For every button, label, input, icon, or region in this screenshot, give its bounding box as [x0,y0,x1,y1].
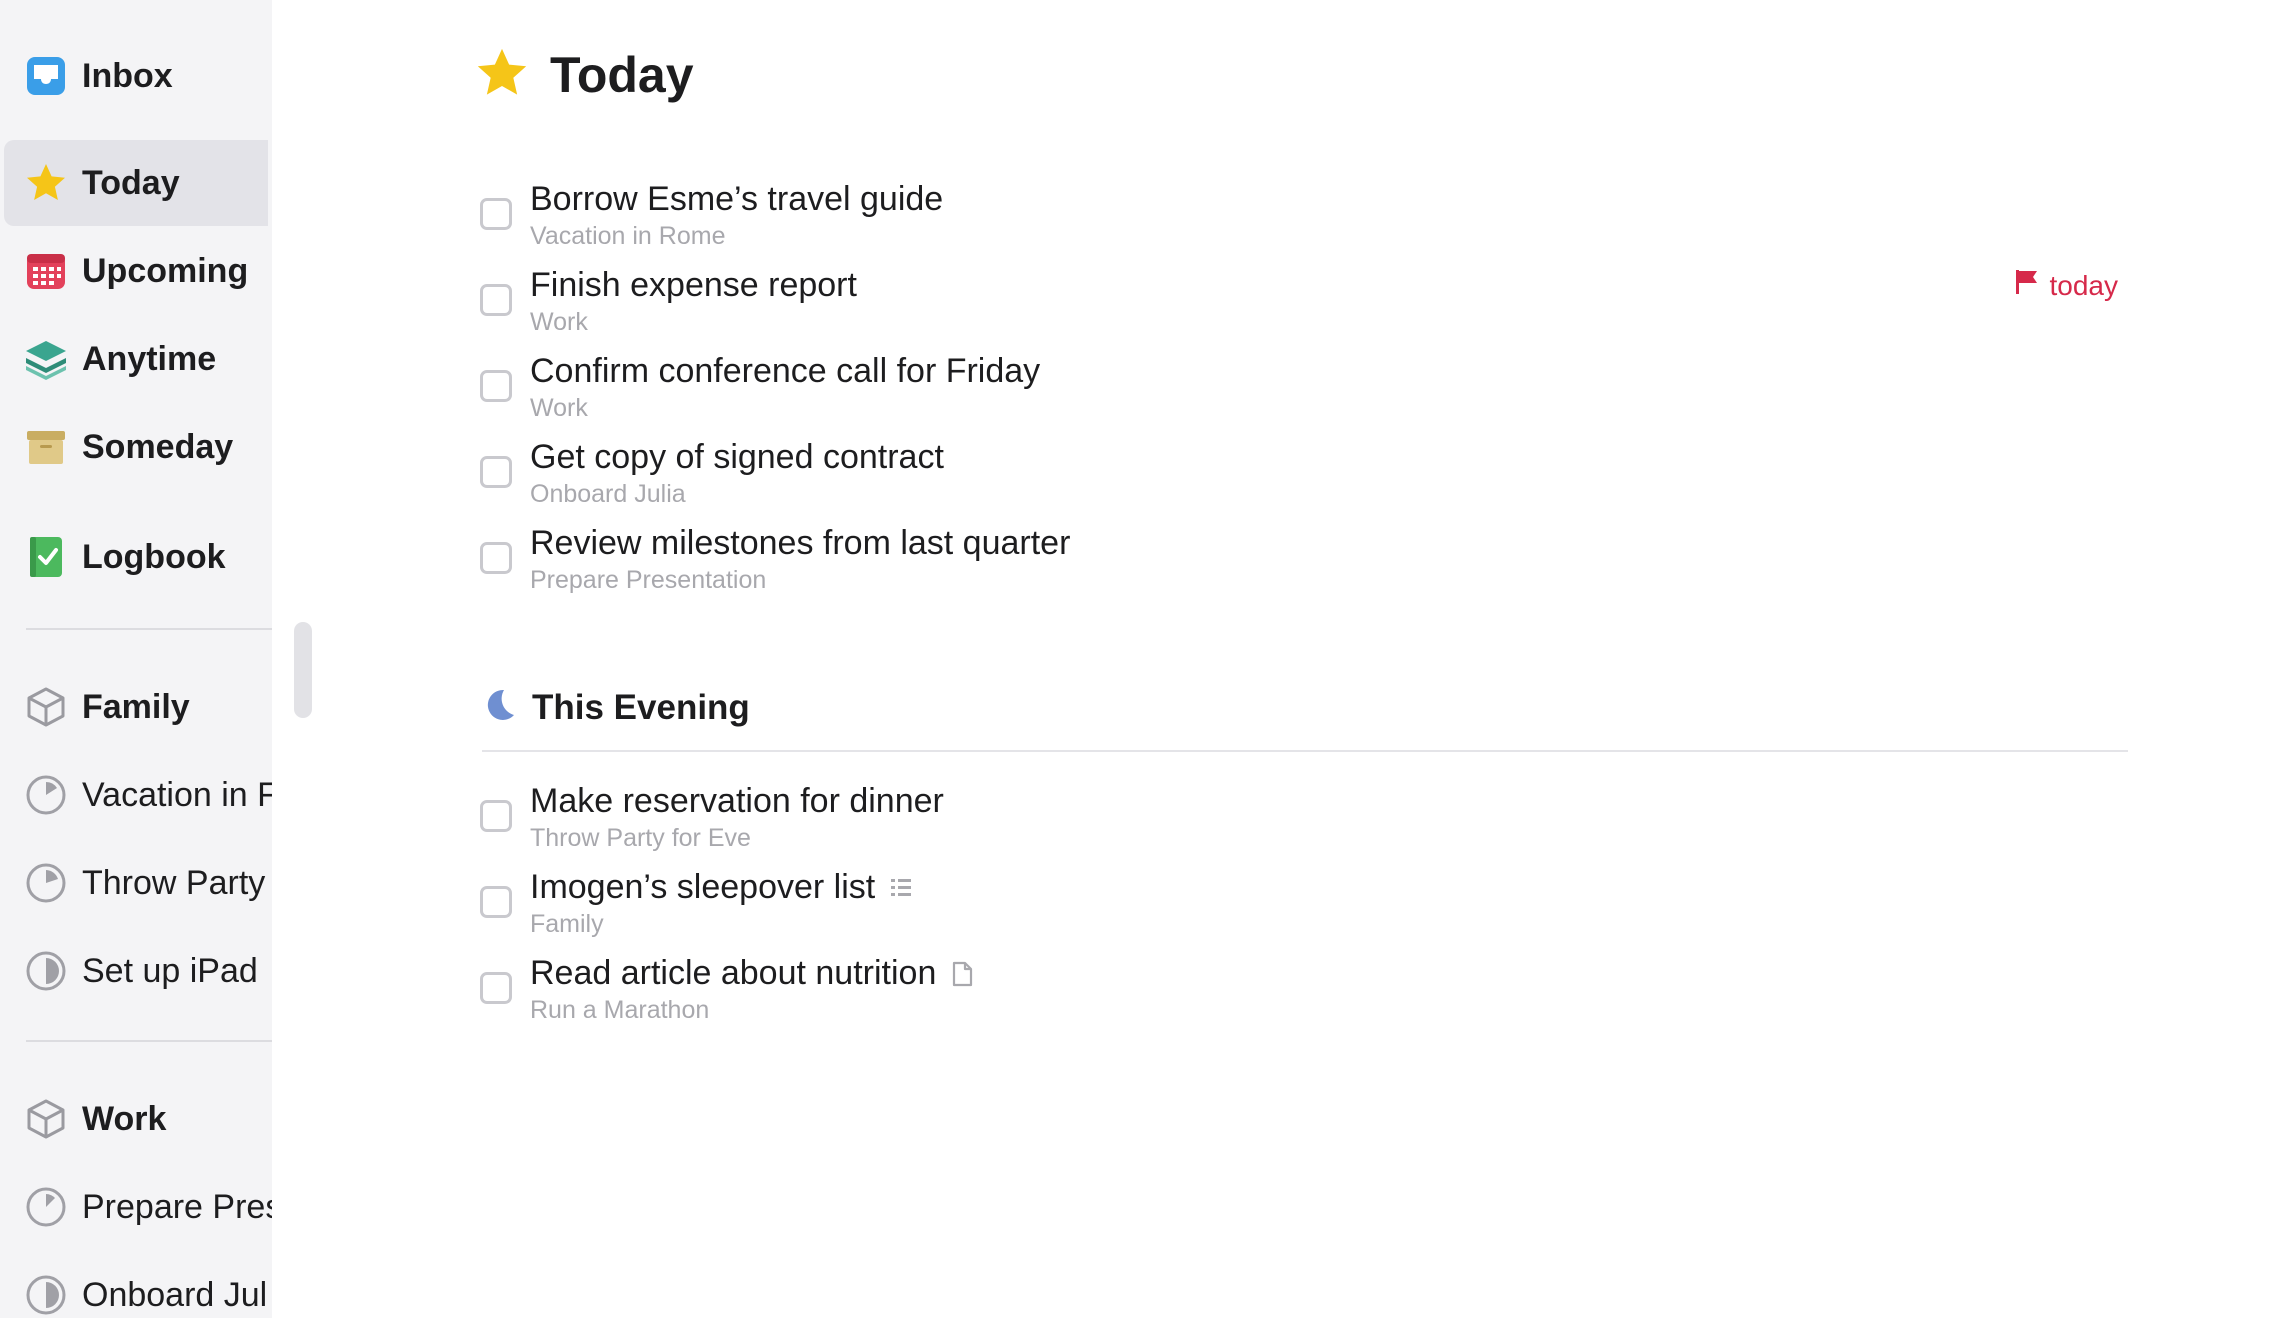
sidebar-item-inbox[interactable]: Inbox [4,33,268,119]
task-title: Borrow Esme’s travel guide [530,180,944,218]
task-project: Prepare Presentation [530,566,767,594]
sidebar-item-label: Onboard Jul [82,1275,268,1314]
star-icon [24,161,68,205]
calendar-icon [24,249,68,293]
sidebar-item-label: Prepare Pres [82,1187,272,1226]
task-project: Onboard Julia [530,480,686,508]
area-cube-icon [24,1097,68,1141]
sidebar-item-today[interactable]: Today [4,140,268,226]
task-title: Confirm conference call for Friday [530,352,1041,390]
project-progress-icon [24,1185,68,1229]
sidebar-item-upcoming[interactable]: Upcoming [4,228,268,314]
project-progress-icon [24,949,68,993]
page-header: Today [474,40,694,110]
sidebar-area-family[interactable]: Family [4,664,268,750]
task-title: Finish expense report [530,266,857,304]
checklist-icon [889,875,913,901]
task-title-row: Imogen’s sleepover list [530,868,913,907]
sidebar-project-prepare-presentation[interactable]: Prepare Pres [4,1164,272,1250]
task-row[interactable]: Confirm conference call for Friday Work [480,352,2140,438]
sidebar-item-label: Family [82,687,190,726]
task-checkbox[interactable] [480,800,512,832]
section-title: This Evening [532,687,750,727]
star-icon [474,45,530,106]
task-title: Get copy of signed contract [530,438,944,476]
task-project: Work [530,394,588,422]
task-checkbox[interactable] [480,972,512,1004]
sidebar-divider [26,628,272,630]
sidebar-item-label: Vacation in F [82,775,272,814]
sidebar-project-onboard-julia[interactable]: Onboard Jul [4,1252,268,1318]
flag-icon [2014,268,2050,303]
task-checkbox[interactable] [480,370,512,402]
sidebar-item-label: Someday [82,427,234,466]
sidebar-item-label: Anytime [82,339,217,378]
task-checkbox[interactable] [480,542,512,574]
sidebar-item-label: Set up iPad [82,951,258,990]
sidebar-item-label: Upcoming [82,251,249,290]
task-project: Throw Party for Eve [530,824,751,852]
project-progress-icon [24,1273,68,1317]
sidebar-project-setup-ipad[interactable]: Set up iPad [4,928,268,1014]
archive-box-icon [24,425,68,469]
task-row[interactable]: Read article about nutrition Run a Marat… [480,954,2140,1040]
task-checkbox[interactable] [480,456,512,488]
layers-icon [24,337,68,381]
task-row[interactable]: Imogen’s sleepover list Family [480,868,2140,954]
task-checkbox[interactable] [480,886,512,918]
task-row[interactable]: Make reservation for dinner Throw Party … [480,782,2140,868]
sidebar-item-logbook[interactable]: Logbook [4,514,268,600]
task-title-row: Read article about nutrition [530,954,974,993]
section-header-this-evening: This Evening [480,686,750,729]
sidebar-item-anytime[interactable]: Anytime [4,316,268,402]
sidebar-project-vacation[interactable]: Vacation in F [4,752,272,838]
task-row[interactable]: Review milestones from last quarter Prep… [480,524,2140,610]
sidebar-divider [26,1040,272,1042]
sidebar-item-label: Work [82,1099,167,1138]
task-title: Read article about nutrition [530,954,937,992]
task-project: Family [530,910,604,938]
sidebar-item-label: Logbook [82,537,226,576]
sidebar-area-work[interactable]: Work [4,1076,268,1162]
logbook-check-icon [24,535,68,579]
task-project: Run a Marathon [530,996,710,1024]
sidebar-project-throw-party[interactable]: Throw Party [4,840,268,926]
project-progress-icon [24,773,68,817]
project-progress-icon [24,861,68,905]
sidebar-item-label: Today [82,163,180,202]
task-title: Review milestones from last quarter [530,524,1071,562]
sidebar-item-someday[interactable]: Someday [4,404,268,490]
task-row[interactable]: Borrow Esme’s travel guide Vacation in R… [480,180,2140,266]
sidebar: Inbox Today Upcoming Anytime Someday Log… [0,0,272,1318]
deadline-text: today [2049,269,2119,301]
inbox-icon [24,54,68,98]
page-title: Today [550,47,694,103]
section-divider [482,750,2128,752]
task-checkbox[interactable] [480,198,512,230]
task-checkbox[interactable] [480,284,512,316]
task-project: Vacation in Rome [530,222,726,250]
task-project: Work [530,308,588,336]
task-row[interactable]: Get copy of signed contract Onboard Juli… [480,438,2140,524]
task-title: Imogen’s sleepover list [530,868,876,906]
note-icon [950,961,974,987]
sidebar-item-label: Inbox [82,56,173,95]
sidebar-scrollbar[interactable] [294,622,312,718]
task-row[interactable]: Finish expense report Work today [480,266,2140,352]
task-title: Make reservation for dinner [530,782,944,820]
sidebar-item-label: Throw Party [82,863,266,902]
deadline-badge: today [2014,268,2119,303]
moon-icon [480,686,518,729]
area-cube-icon [24,685,68,729]
